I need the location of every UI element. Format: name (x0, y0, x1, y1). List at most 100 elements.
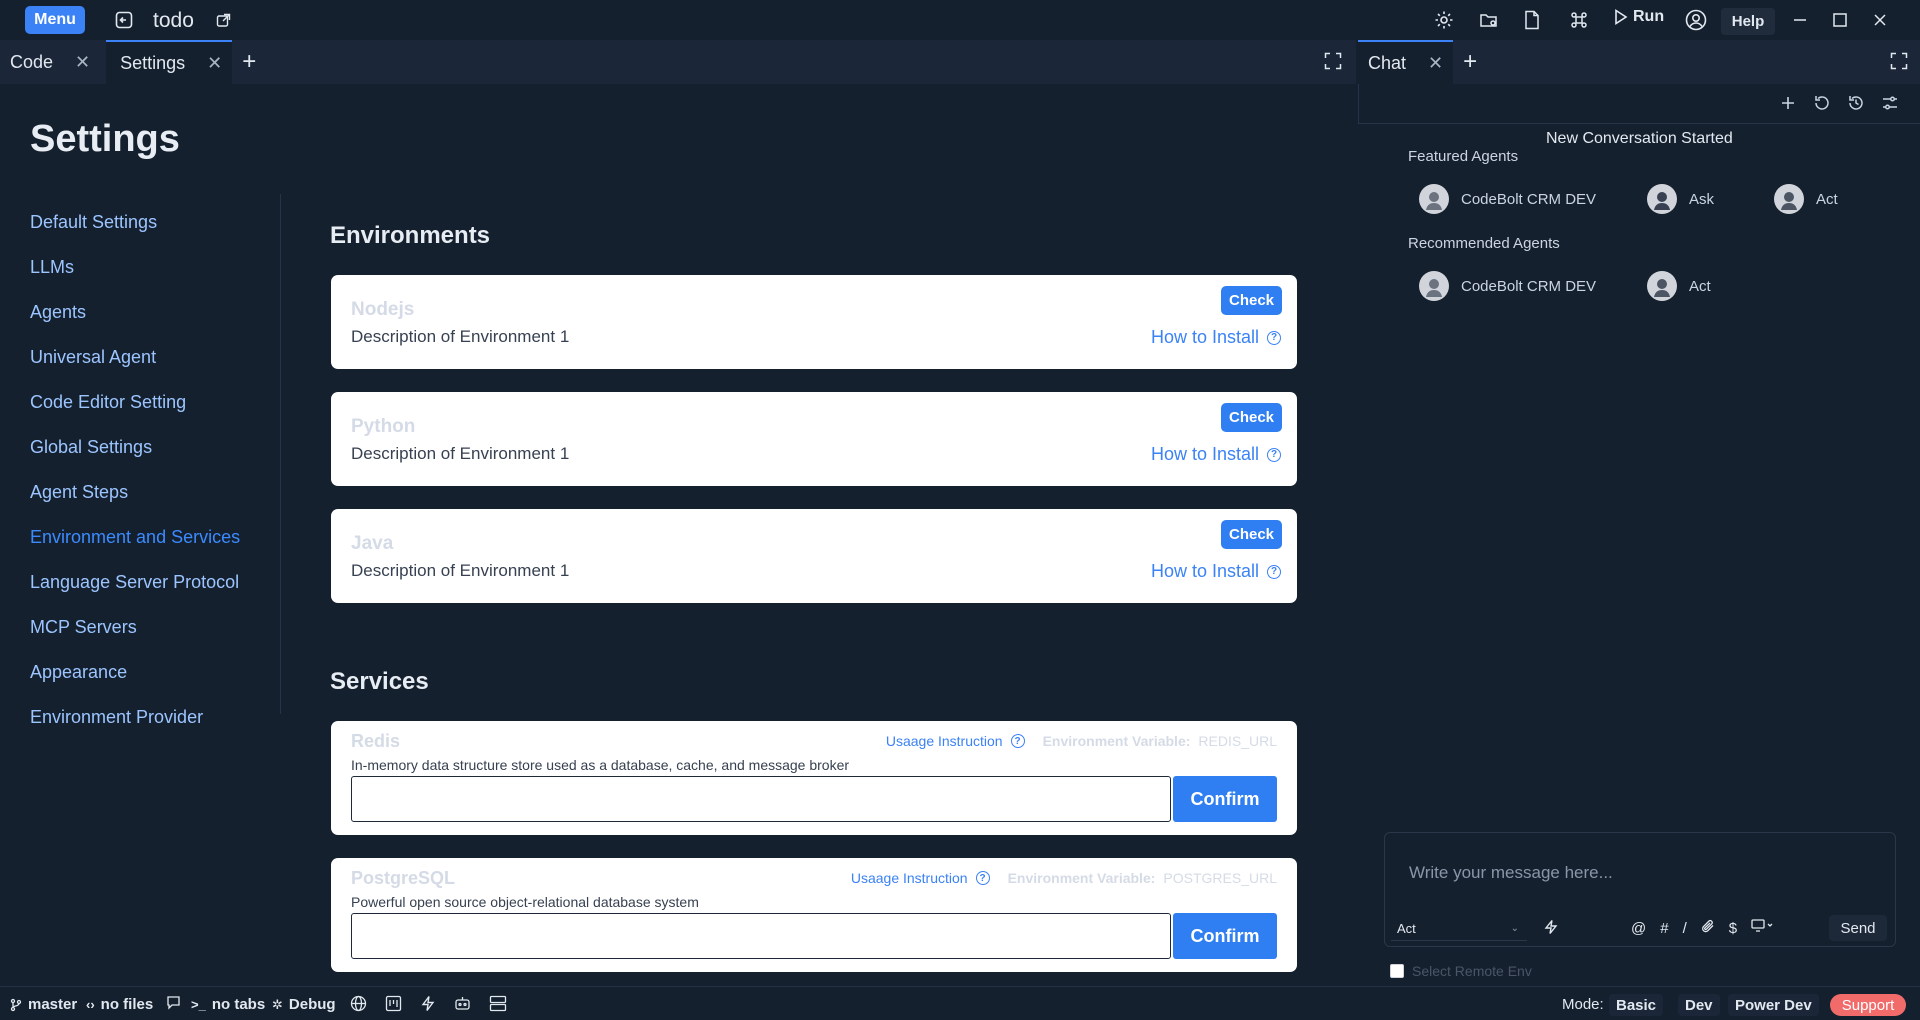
hash-icon[interactable]: # (1660, 920, 1668, 937)
close-tab-icon[interactable]: ✕ (75, 52, 90, 73)
send-button[interactable]: Send (1829, 915, 1887, 941)
environment-name: Nodejs (351, 299, 415, 320)
maximize-icon[interactable] (1826, 6, 1854, 34)
back-icon[interactable] (110, 6, 138, 34)
nav-item-global-settings[interactable]: Global Settings (30, 437, 152, 458)
user-circle-icon[interactable] (1682, 6, 1710, 34)
mode-basic-button[interactable]: Basic (1609, 994, 1664, 1016)
tab-chat[interactable]: Chat ✕ (1358, 40, 1454, 84)
redis-url-input[interactable] (351, 776, 1171, 822)
confirm-button[interactable]: Confirm (1173, 776, 1277, 822)
run-button[interactable]: Run (1614, 8, 1664, 26)
nav-item-agents[interactable]: Agents (30, 302, 86, 323)
service-name: PostgreSQL (351, 868, 456, 888)
check-button[interactable]: Check (1221, 286, 1282, 315)
close-tab-icon[interactable]: ✕ (207, 53, 222, 74)
environment-description: Description of Environment 1 (351, 561, 570, 580)
nav-item-environment-provider[interactable]: Environment Provider (30, 707, 203, 728)
files-label: no files (100, 996, 154, 1013)
sliders-icon[interactable] (1879, 92, 1901, 114)
files-indicator[interactable]: ‹› no files (86, 996, 153, 1013)
nav-item-universal-agent[interactable]: Universal Agent (30, 347, 156, 368)
avatar (1419, 271, 1449, 301)
nav-item-agent-steps[interactable]: Agent Steps (30, 482, 128, 503)
file-icon[interactable] (1518, 6, 1546, 34)
tabs-indicator[interactable]: >_ no tabs (191, 996, 265, 1013)
check-button[interactable]: Check (1221, 520, 1282, 549)
support-button[interactable]: Support (1830, 994, 1906, 1016)
editor-tab-bar: Code ✕ Settings ✕ + (0, 40, 1356, 84)
remote-env-checkbox[interactable] (1390, 964, 1404, 978)
nav-item-appearance[interactable]: Appearance (30, 662, 127, 683)
server-icon[interactable] (489, 995, 507, 1012)
help-circle-icon: ? (1267, 564, 1281, 579)
new-tab-icon[interactable]: + (242, 48, 256, 76)
gear-icon[interactable] (1430, 6, 1458, 34)
how-to-install-label: How to Install (1150, 327, 1259, 347)
globe-icon[interactable] (350, 995, 367, 1012)
robot-icon[interactable] (454, 995, 471, 1012)
message-input[interactable]: Write your message here... (1409, 863, 1613, 883)
slash-icon[interactable]: / (1683, 920, 1687, 937)
branch-indicator[interactable]: master (10, 996, 77, 1013)
kanban-icon[interactable] (385, 995, 402, 1012)
how-to-install-link[interactable]: How to Install ? (1151, 444, 1281, 465)
nav-item-environment-and-services[interactable]: Environment and Services (30, 527, 240, 548)
nav-item-llms[interactable]: LLMs (30, 257, 74, 278)
lightning-icon[interactable] (1543, 919, 1559, 940)
agent-name: CodeBolt CRM DEV (1461, 190, 1597, 208)
agent-name: Act (1689, 277, 1711, 295)
how-to-install-link[interactable]: How to Install ? (1151, 561, 1281, 582)
close-icon[interactable] (1866, 6, 1894, 34)
agent-act[interactable]: Act (1774, 184, 1838, 214)
fullscreen-icon[interactable] (1890, 52, 1908, 75)
lightning-icon[interactable] (420, 995, 436, 1012)
fullscreen-icon[interactable] (1324, 52, 1342, 75)
command-icon[interactable] (1565, 6, 1593, 34)
monitor-icon[interactable] (1751, 919, 1773, 937)
help-circle-icon: ? (1267, 330, 1281, 345)
mode-power-dev-button[interactable]: Power Dev (1728, 994, 1819, 1016)
menu-button[interactable]: Menu (25, 6, 85, 34)
environments-heading: Environments (330, 222, 491, 249)
debug-indicator[interactable]: ✲ Debug (272, 996, 336, 1013)
chat-toolbar (1358, 84, 1920, 124)
paperclip-icon[interactable] (1701, 919, 1715, 937)
nav-item-code-editor-setting[interactable]: Code Editor Setting (30, 392, 186, 413)
postgres-url-input[interactable] (351, 913, 1171, 959)
mode-dev-button[interactable]: Dev (1678, 994, 1720, 1016)
selected-agent: Act (1397, 921, 1416, 936)
how-to-install-link[interactable]: How to Install ? (1151, 327, 1281, 348)
service-meta: Usaage Instruction ? Environment Variabl… (851, 870, 1277, 886)
nav-item-mcp-servers[interactable]: MCP Servers (30, 617, 137, 638)
dollar-icon[interactable]: $ (1729, 920, 1737, 937)
folder-gear-icon[interactable] (1475, 6, 1503, 34)
usage-instruction-link[interactable]: Usaage Instruction ? (886, 733, 1025, 749)
remote-env-option[interactable]: Select Remote Env (1390, 963, 1532, 979)
plus-icon[interactable] (1777, 92, 1799, 114)
nav-item-language-server-protocol[interactable]: Language Server Protocol (30, 572, 239, 593)
environment-name: Java (351, 533, 394, 554)
refresh-icon[interactable] (1811, 92, 1833, 114)
agent-name: Ask (1689, 190, 1715, 208)
external-link-icon[interactable] (209, 6, 237, 34)
new-chat-tab-icon[interactable]: + (1463, 48, 1477, 76)
nav-item-default-settings[interactable]: Default Settings (30, 212, 157, 233)
mention-icon[interactable]: @ (1631, 920, 1646, 937)
tab-settings[interactable]: Settings ✕ (106, 40, 233, 84)
comment-icon[interactable] (166, 995, 181, 1010)
environment-card-java: Java Description of Environment 1 Check … (331, 509, 1297, 603)
agent-select[interactable]: Act ⌄ (1391, 917, 1527, 941)
agent-act[interactable]: Act (1647, 271, 1711, 301)
check-button[interactable]: Check (1221, 403, 1282, 432)
close-tab-icon[interactable]: ✕ (1428, 53, 1443, 74)
tab-code[interactable]: Code ✕ (0, 40, 100, 84)
agent-ask[interactable]: Ask (1647, 184, 1714, 214)
minimize-icon[interactable] (1786, 6, 1814, 34)
agent-codebolt-crm-dev[interactable]: CodeBolt CRM DEV (1419, 271, 1596, 301)
agent-codebolt-crm-dev[interactable]: CodeBolt CRM DEV (1419, 184, 1596, 214)
help-button[interactable]: Help (1721, 8, 1775, 35)
confirm-button[interactable]: Confirm (1173, 913, 1277, 959)
history-icon[interactable] (1845, 92, 1867, 114)
usage-instruction-link[interactable]: Usaage Instruction ? (851, 870, 990, 886)
